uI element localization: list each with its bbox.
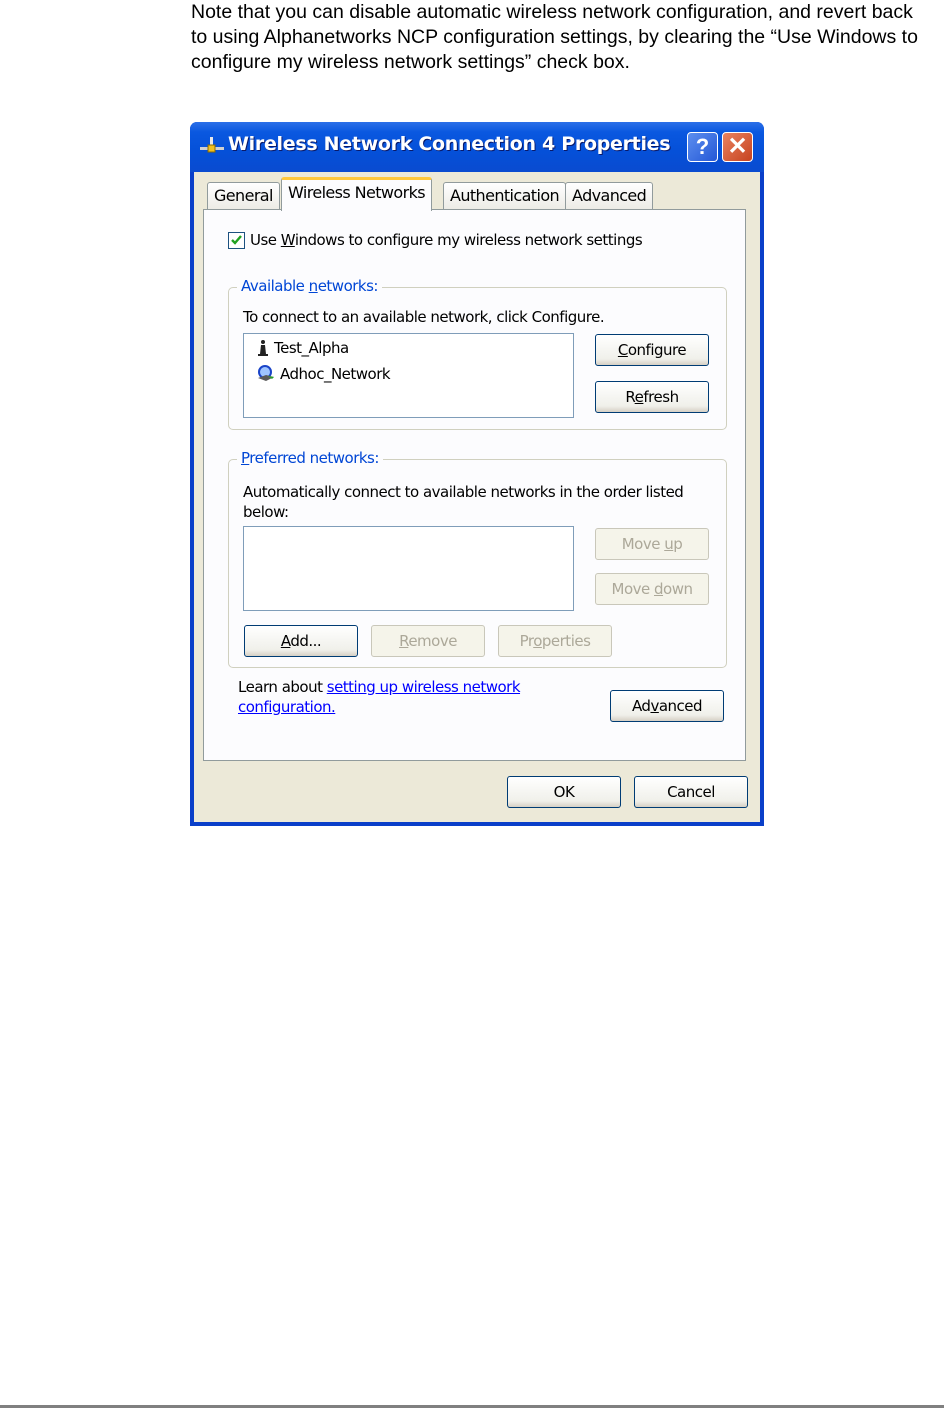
cancel-button[interactable]: Cancel (634, 776, 748, 808)
network-item-adhoc[interactable]: Adhoc_Network (256, 365, 391, 383)
network-item-test-alpha[interactable]: Test_Alpha (256, 338, 349, 358)
tab-wireless-networks[interactable]: Wireless Networks (281, 177, 432, 211)
close-icon: ✕ (727, 133, 748, 160)
help-icon: ? (695, 134, 710, 159)
use-windows-checkbox-row[interactable]: Use Windows to configure my wireless net… (228, 231, 643, 249)
tab-authentication[interactable]: Authentication (443, 182, 567, 210)
available-networks-title: Available networks: (237, 277, 382, 295)
title-bar[interactable]: Wireless Network Connection 4 Properties… (190, 122, 764, 172)
use-windows-checkbox[interactable] (228, 231, 245, 249)
advanced-button[interactable]: Advanced (610, 690, 724, 722)
dialog-body: General Wireless Networks Authentication… (194, 172, 760, 822)
ok-button[interactable]: OK (507, 776, 621, 808)
properties-button[interactable]: Properties (498, 625, 612, 657)
preferred-networks-group: Preferred networks: Automatically connec… (228, 449, 727, 668)
properties-dialog: Wireless Network Connection 4 Properties… (190, 122, 764, 826)
learn-about-text: Learn about setting up wireless network … (238, 678, 521, 716)
preferred-networks-title: Preferred networks: (237, 449, 383, 467)
adhoc-network-icon (258, 365, 274, 381)
use-windows-label: Use Windows to configure my wireless net… (250, 231, 643, 249)
preferred-networks-description: Automatically connect to available netwo… (243, 483, 684, 521)
available-networks-group: Available networks: To connect to an ava… (228, 277, 727, 430)
configure-button[interactable]: Configure (595, 334, 709, 366)
tab-advanced[interactable]: Advanced (565, 182, 654, 210)
access-point-icon (258, 340, 268, 356)
move-up-button[interactable]: Move up (595, 528, 709, 560)
instruction-paragraph: Note that you can disable automatic wire… (191, 1, 918, 73)
dialog-title: Wireless Network Connection 4 Properties (228, 133, 671, 155)
add-button[interactable]: Add... (244, 625, 358, 657)
tab-general[interactable]: General (207, 182, 280, 210)
help-button[interactable]: ? (687, 132, 718, 162)
checkmark-icon (231, 234, 242, 245)
close-button[interactable]: ✕ (722, 132, 753, 162)
move-down-button[interactable]: Move down (595, 573, 709, 605)
network-connection-icon (200, 137, 224, 153)
preferred-networks-list[interactable] (243, 526, 574, 611)
available-networks-list[interactable]: Test_Alpha Adhoc_Network (243, 333, 574, 418)
remove-button[interactable]: Remove (371, 625, 485, 657)
refresh-button[interactable]: Refresh (595, 381, 709, 413)
wireless-networks-panel: Use Windows to configure my wireless net… (203, 209, 746, 761)
available-networks-description: To connect to an available network, clic… (243, 308, 605, 326)
